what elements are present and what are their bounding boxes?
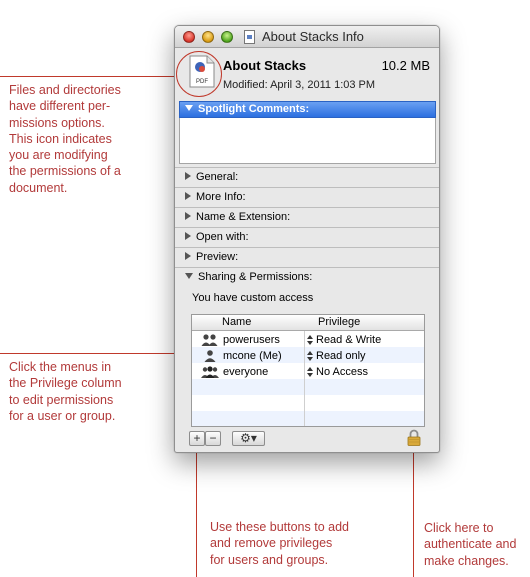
section-general[interactable]: General: xyxy=(175,167,439,187)
icon-annotation: Files and directories have different per… xyxy=(9,82,121,196)
remove-user-button[interactable]: − xyxy=(205,431,221,446)
annotation-line: and remove privileges xyxy=(210,536,333,551)
disclosure-right-icon xyxy=(185,172,191,180)
spotlight-comments-header[interactable]: Spotlight Comments: xyxy=(179,101,436,118)
everyone-icon xyxy=(201,366,219,378)
user-name: mcone (Me) xyxy=(223,350,282,362)
title-bar[interactable]: About Stacks Info xyxy=(175,26,439,48)
spotlight-comments-label: Spotlight Comments: xyxy=(198,103,310,115)
annotation-line: document. xyxy=(9,180,68,195)
disclosure-right-icon xyxy=(185,212,191,220)
user-name: everyone xyxy=(223,366,269,378)
annotation-line: for users and groups. xyxy=(210,552,329,567)
action-menu-button[interactable]: ⚙▾ xyxy=(232,431,265,446)
annotation-line: you are modifying xyxy=(9,148,108,163)
column-header-privilege[interactable]: Privilege xyxy=(318,316,360,328)
spotlight-comments-field[interactable] xyxy=(179,118,436,164)
permissions-table: Name Privilege powerusers Read & Write m… xyxy=(191,314,425,427)
icon-annotation-leader xyxy=(0,76,180,77)
section-open-with[interactable]: Open with: xyxy=(175,227,439,247)
disclosure-down-icon xyxy=(185,273,193,279)
document-size: 10.2 MB xyxy=(381,58,430,73)
section-label: General: xyxy=(196,171,239,183)
annotation-line: the permissions of a xyxy=(9,164,121,179)
privilege-menu[interactable]: Read & Write xyxy=(316,332,381,348)
annotation-line: to edit permissions xyxy=(9,392,114,407)
minimize-button[interactable] xyxy=(202,31,214,43)
disclosure-down-icon xyxy=(185,105,193,111)
section-name-extension[interactable]: Name & Extension: xyxy=(175,207,439,227)
column-header-name[interactable]: Name xyxy=(222,316,251,328)
section-preview[interactable]: Preview: xyxy=(175,247,439,267)
icon-highlight-ring xyxy=(176,51,222,97)
section-sharing-permissions[interactable]: Sharing & Permissions: xyxy=(175,267,439,287)
modified-date: Modified: April 3, 2011 1:03 PM xyxy=(223,79,376,91)
annotation-line: Use these buttons to add xyxy=(210,520,349,534)
stepper-arrows-icon[interactable] xyxy=(307,335,313,345)
table-row[interactable]: everyone No Access xyxy=(192,364,424,380)
window-title: About Stacks Info xyxy=(262,29,364,44)
section-label: Open with: xyxy=(196,231,249,243)
add-user-button[interactable]: + xyxy=(189,431,205,446)
section-label: Name & Extension: xyxy=(196,211,291,223)
section-label: Preview: xyxy=(196,251,239,263)
annotation-line: Files and directories xyxy=(9,83,121,97)
stepper-arrows-icon[interactable] xyxy=(307,367,313,377)
annotation-line: This icon indicates xyxy=(9,131,112,146)
annotation-line: Click the menus in xyxy=(9,360,112,374)
table-row[interactable]: mcone (Me) Read only xyxy=(192,348,424,364)
lock-annotation: Click here to authenticate and make chan… xyxy=(424,520,516,569)
user-name: powerusers xyxy=(223,334,280,346)
privilege-menu[interactable]: No Access xyxy=(316,364,368,380)
stepper-arrows-icon[interactable] xyxy=(307,351,313,361)
document-proxy-icon[interactable] xyxy=(244,30,255,44)
annotation-line: missions options. xyxy=(9,115,105,130)
annotation-line: have different per- xyxy=(9,99,111,114)
table-stripe xyxy=(192,379,424,395)
section-label: More Info: xyxy=(196,191,246,203)
table-header: Name Privilege xyxy=(192,315,424,331)
annotation-line: for a user or group. xyxy=(9,408,116,423)
access-status: You have custom access xyxy=(192,292,314,304)
document-name: About Stacks xyxy=(223,58,307,73)
disclosure-right-icon xyxy=(185,232,191,240)
group-icon xyxy=(201,334,218,346)
section-more-info[interactable]: More Info: xyxy=(175,187,439,207)
lock-annotation-leader xyxy=(413,452,414,577)
disclosure-right-icon xyxy=(185,252,191,260)
annotation-line: authenticate and xyxy=(424,537,517,552)
user-icon xyxy=(204,350,216,362)
annotation-line: the Privilege column xyxy=(9,376,122,391)
close-button[interactable] xyxy=(183,31,195,43)
buttons-annotation-leader xyxy=(196,448,197,577)
annotation-line: Click here to xyxy=(424,521,494,535)
table-stripe xyxy=(192,411,424,426)
table-row[interactable]: powerusers Read & Write xyxy=(192,332,424,348)
lock-icon[interactable] xyxy=(407,429,421,446)
annotation-line: make changes. xyxy=(424,553,509,568)
buttons-annotation: Use these buttons to add and remove priv… xyxy=(210,519,349,568)
disclosure-right-icon xyxy=(185,192,191,200)
privilege-menu[interactable]: Read only xyxy=(316,348,366,364)
privilege-annotation: Click the menus in the Privilege column … xyxy=(9,359,122,424)
section-label: Sharing & Permissions: xyxy=(198,271,313,283)
zoom-button[interactable] xyxy=(221,31,233,43)
